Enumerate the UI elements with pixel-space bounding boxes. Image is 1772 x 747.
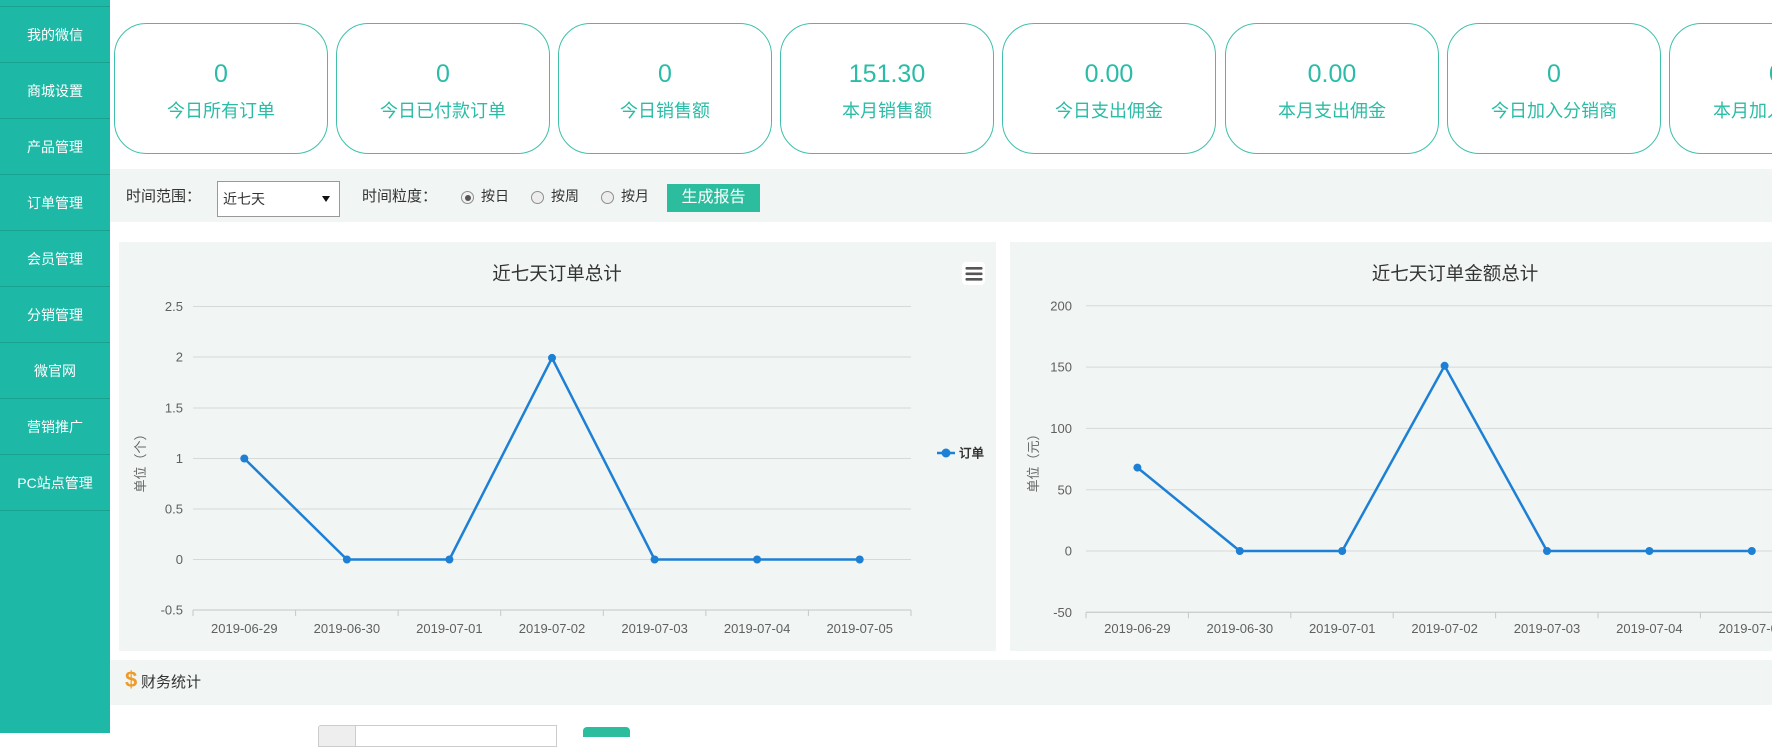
svg-text:-0.5: -0.5 [161,603,183,618]
svg-text:200: 200 [1050,298,1072,313]
svg-text:2: 2 [176,350,183,365]
svg-text:0.5: 0.5 [165,502,183,517]
svg-text:2019-07-01: 2019-07-01 [1309,621,1376,636]
svg-text:2019-06-29: 2019-06-29 [1104,621,1171,636]
svg-text:2019-07-01: 2019-07-01 [416,621,483,636]
svg-text:0: 0 [1065,544,1072,559]
svg-text:2019-07-03: 2019-07-03 [621,621,688,636]
svg-text:100: 100 [1050,421,1072,436]
svg-text:50: 50 [1058,482,1072,497]
svg-text:150: 150 [1050,360,1072,375]
svg-text:0: 0 [176,552,183,567]
svg-text:2019-07-02: 2019-07-02 [519,621,586,636]
svg-text:2019-06-30: 2019-06-30 [1207,621,1274,636]
svg-text:1.5: 1.5 [165,401,183,416]
svg-text:2019-06-29: 2019-06-29 [211,621,277,636]
svg-text:近七天订单总计: 近七天订单总计 [492,263,622,284]
svg-text:订单: 订单 [959,446,985,461]
svg-text:1: 1 [176,451,183,466]
svg-text:2019-07-03: 2019-07-03 [1514,621,1581,636]
svg-text:2019-07-05: 2019-07-05 [826,621,893,636]
svg-text:单位（元）: 单位（元） [1026,427,1041,492]
svg-text:近七天订单金额总计: 近七天订单金额总计 [1372,263,1539,284]
svg-text:单位（个）: 单位（个） [133,427,148,492]
svg-text:2019-07-05: 2019-07-05 [1719,621,1772,636]
svg-text:2.5: 2.5 [165,299,183,314]
svg-text:2019-07-04: 2019-07-04 [1616,621,1683,636]
svg-text:2019-07-04: 2019-07-04 [724,621,791,636]
svg-text:2019-07-02: 2019-07-02 [1411,621,1478,636]
svg-text:2019-06-30: 2019-06-30 [314,621,381,636]
svg-text:-50: -50 [1053,605,1072,620]
